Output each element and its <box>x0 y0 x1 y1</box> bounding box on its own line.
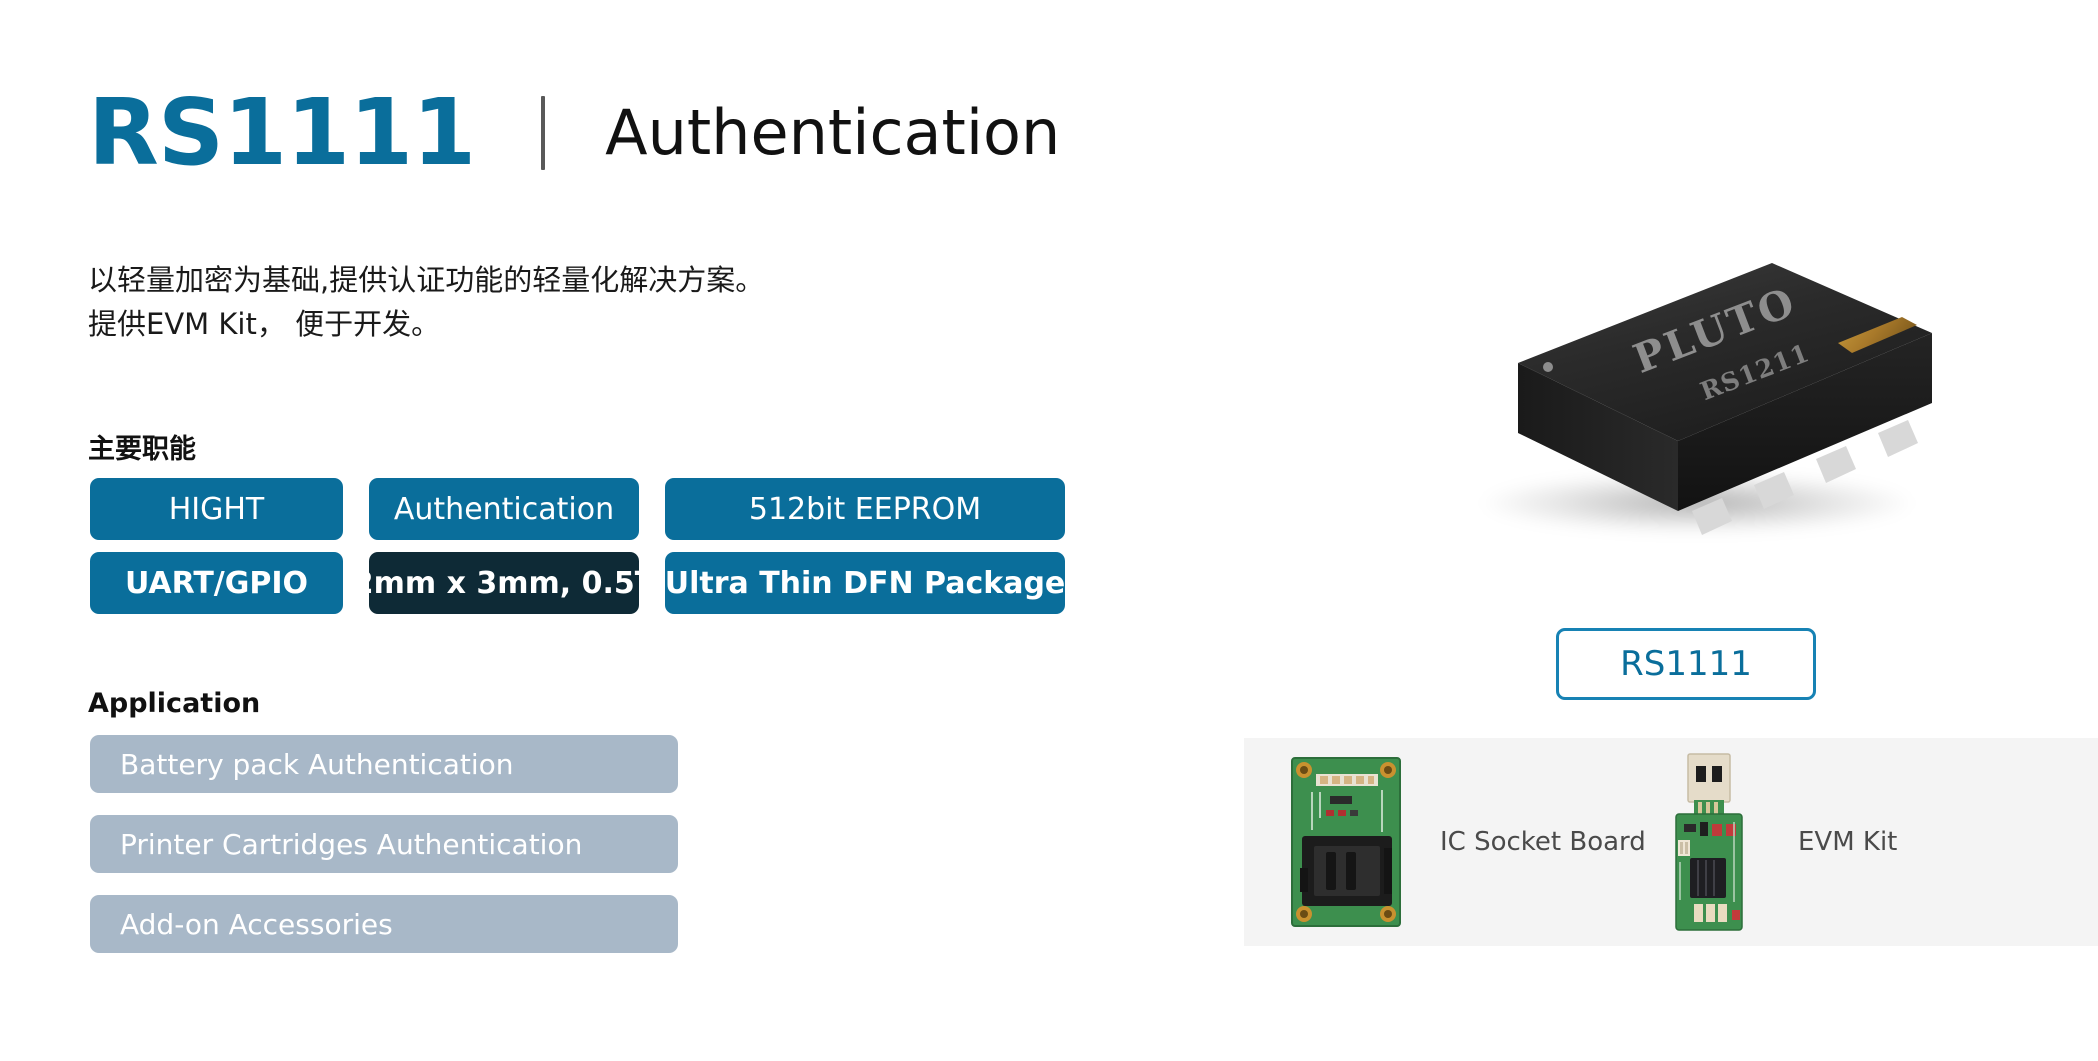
feature-badge-hight: HIGHT <box>90 478 343 540</box>
application-heading: Application <box>88 688 261 719</box>
ic-socket-board-icon <box>1291 757 1401 927</box>
product-caption-label: RS1111 <box>1556 628 1816 700</box>
kit-item-ic-socket-board: IC Socket Board <box>1286 752 1646 932</box>
kit-label: EVM Kit <box>1798 827 1898 857</box>
feature-badge-eeprom: 512bit EEPROM <box>665 478 1065 540</box>
list-item: Printer Cartridges Authentication <box>90 815 678 873</box>
list-item: Battery pack Authentication <box>90 735 678 793</box>
page-header: RS1111 Authentication <box>88 78 1060 188</box>
page-title: RS1111 <box>88 79 476 186</box>
feature-badge-grid: HIGHT Authentication 512bit EEPROM UART/… <box>90 478 1065 614</box>
description-line-2: 提供EVM Kit， 便于开发。 <box>88 307 441 342</box>
list-item: Add-on Accessories <box>90 895 678 953</box>
feature-badge-dimensions: 2mm x 3mm, 0.5T <box>353 552 655 614</box>
description-line-1: 以轻量加密为基础,提供认证功能的轻量化解决方案。 <box>88 263 765 297</box>
kit-item-evm-kit: EVM Kit <box>1654 752 1897 932</box>
title-divider-icon <box>541 96 546 170</box>
product-photo: PLUTO RS1211 <box>1420 215 1980 605</box>
feature-badge-authentication: Authentication <box>369 478 639 540</box>
product-slide: RS1111 Authentication 以轻量加密为基础,提供认证功能的轻量… <box>0 0 2098 1061</box>
feature-badge-dfn-package: Ultra Thin DFN Package <box>665 552 1065 614</box>
feature-badge-uart-gpio: UART/GPIO <box>90 552 343 614</box>
description-block: 以轻量加密为基础,提供认证功能的轻量化解决方案。 提供EVM Kit， 便于开发… <box>88 258 848 346</box>
evm-kit-usb-board-icon <box>1675 753 1743 931</box>
kit-label: IC Socket Board <box>1440 827 1646 857</box>
kit-panel: IC Socket Board EVM Kit <box>1244 738 2098 946</box>
application-list: Battery pack Authentication Printer Cart… <box>90 735 678 953</box>
page-subtitle: Authentication <box>605 96 1061 169</box>
features-heading: 主要职能 <box>88 434 196 465</box>
dfn-chip-icon: PLUTO RS1211 <box>1518 263 1932 535</box>
